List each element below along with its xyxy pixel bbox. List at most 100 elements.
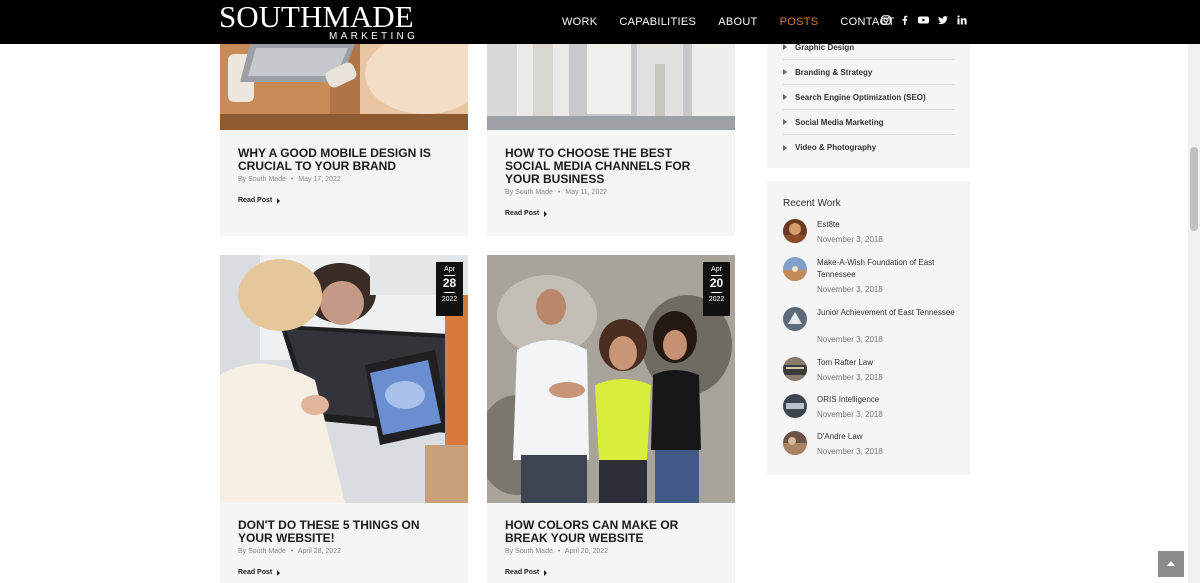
read-post-link[interactable]: Read Post xyxy=(238,197,281,204)
arrow-right-icon xyxy=(277,569,281,576)
arrow-up-icon xyxy=(1167,561,1175,566)
post-image-mobile-design[interactable] xyxy=(220,44,468,130)
category-seo[interactable]: Search Engine Optimization (SEO) xyxy=(783,85,955,110)
post-date: May 17, 2022 xyxy=(298,176,341,183)
work-date: November 3, 2018 xyxy=(817,285,883,294)
page-scrollbar[interactable] xyxy=(1188,44,1200,583)
category-branding-strategy[interactable]: Branding & Strategy xyxy=(783,60,955,85)
post-meta: By South Made • April 28, 2022 xyxy=(238,548,341,555)
work-thumbnail[interactable] xyxy=(783,357,807,381)
main-nav: WORK CAPABILITIES ABOUT POSTS CONTACT xyxy=(562,0,917,44)
read-post-label: Read Post xyxy=(505,569,540,576)
category-label: Social Media Marketing xyxy=(795,117,884,127)
recent-work-item: Junior Achievement of East Tennessee Nov… xyxy=(783,307,958,347)
arrow-right-icon xyxy=(277,197,281,204)
post-image-social-media[interactable] xyxy=(487,44,735,130)
post-image-website-mistakes[interactable] xyxy=(220,255,468,503)
post-card: WHY A GOOD MOBILE DESIGN IS CRUCIAL TO Y… xyxy=(220,44,468,236)
read-post-label: Read Post xyxy=(505,210,540,217)
chevron-right-icon xyxy=(783,94,787,100)
back-to-top-button[interactable] xyxy=(1158,551,1184,577)
work-thumbnail[interactable] xyxy=(783,431,807,455)
read-post-label: Read Post xyxy=(238,197,273,204)
site-header: SOUTHMADE MARKETING WORK CAPABILITIES AB… xyxy=(0,0,1200,44)
nav-capabilities[interactable]: CAPABILITIES xyxy=(619,16,696,28)
post-author[interactable]: By South Made xyxy=(238,176,286,183)
read-post-link[interactable]: Read Post xyxy=(505,210,548,217)
work-date: November 3, 2018 xyxy=(817,447,883,456)
social-links xyxy=(880,14,975,25)
arrow-right-icon xyxy=(544,210,548,217)
twitter-icon[interactable] xyxy=(937,14,948,25)
recent-work-item: Tom Rafter Law November 3, 2018 xyxy=(783,357,958,385)
categories-widget: Graphic Design Branding & Strategy Searc… xyxy=(767,43,970,168)
category-label: Search Engine Optimization (SEO) xyxy=(795,92,926,102)
post-title[interactable]: DON'T DO THESE 5 THINGS ON YOUR WEBSITE! xyxy=(238,519,450,545)
read-post-link[interactable]: Read Post xyxy=(238,569,281,576)
nav-posts[interactable]: POSTS xyxy=(780,16,819,28)
work-name[interactable]: Make-A-Wish Foundation of East Tennessee xyxy=(817,257,957,281)
work-name[interactable]: Est8te xyxy=(817,219,957,231)
post-card: HOW TO CHOOSE THE BEST SOCIAL MEDIA CHAN… xyxy=(487,44,735,236)
meta-separator: • xyxy=(290,548,294,555)
post-meta: By South Made • May 17, 2022 xyxy=(238,176,341,183)
post-title[interactable]: WHY A GOOD MOBILE DESIGN IS CRUCIAL TO Y… xyxy=(238,147,450,173)
chevron-right-icon xyxy=(783,69,787,75)
work-thumbnail[interactable] xyxy=(783,257,807,281)
scrollbar-thumb[interactable] xyxy=(1190,147,1198,231)
facebook-icon[interactable] xyxy=(899,14,910,25)
badge-day: 28 xyxy=(442,276,457,290)
post-author[interactable]: By South Made xyxy=(505,548,553,555)
work-name[interactable]: Junior Achievement of East Tennessee xyxy=(817,307,957,319)
work-date: November 3, 2018 xyxy=(817,335,883,344)
post-meta: By South Made • May 11, 2022 xyxy=(505,189,607,196)
recent-work-item: ORIS Intelligence November 3, 2018 xyxy=(783,394,958,422)
chevron-right-icon xyxy=(783,119,787,125)
category-video-photography[interactable]: Video & Photography xyxy=(783,135,955,160)
read-post-link[interactable]: Read Post xyxy=(505,569,548,576)
work-date: November 3, 2018 xyxy=(817,373,883,382)
work-thumbnail[interactable] xyxy=(783,394,807,418)
work-date: November 3, 2018 xyxy=(817,410,883,419)
date-badge: Apr 20 2022 xyxy=(703,262,730,316)
category-label: Branding & Strategy xyxy=(795,67,873,77)
recent-work-title: Recent Work xyxy=(783,198,841,209)
badge-month: Apr xyxy=(444,266,455,273)
chevron-right-icon xyxy=(783,144,787,151)
logo-sub-text: MARKETING xyxy=(329,31,419,42)
recent-work-widget: Recent Work Est8te November 3, 2018 Make… xyxy=(767,181,970,475)
badge-year: 2022 xyxy=(708,296,725,303)
post-card: Apr 20 2022 HOW COLORS CAN MAKE OR BREAK… xyxy=(487,255,735,583)
post-author[interactable]: By South Made xyxy=(238,548,286,555)
nav-about[interactable]: ABOUT xyxy=(718,16,757,28)
southmade-logo[interactable]: SOUTHMADE MARKETING xyxy=(219,0,424,42)
post-date: April 20, 2022 xyxy=(564,548,609,555)
linkedin-icon[interactable] xyxy=(956,14,967,25)
meta-separator: • xyxy=(557,189,561,196)
category-social-media[interactable]: Social Media Marketing xyxy=(783,110,955,135)
post-author[interactable]: By South Made xyxy=(505,189,553,196)
badge-month: Apr xyxy=(711,266,722,273)
nav-work[interactable]: WORK xyxy=(562,16,597,28)
work-name[interactable]: ORIS Intelligence xyxy=(817,394,957,406)
youtube-icon[interactable] xyxy=(918,14,929,25)
date-badge: Apr 28 2022 xyxy=(436,262,463,316)
arrow-right-icon xyxy=(544,569,548,576)
meta-separator: • xyxy=(557,548,561,555)
instagram-icon[interactable] xyxy=(880,14,891,25)
recent-work-item: Make-A-Wish Foundation of East Tennessee… xyxy=(783,257,958,297)
chevron-right-icon xyxy=(783,44,787,50)
badge-year: 2022 xyxy=(441,296,458,303)
logo-main-text: SOUTHMADE xyxy=(219,0,414,34)
work-name[interactable]: Tom Rafter Law xyxy=(817,357,957,369)
work-thumbnail[interactable] xyxy=(783,219,807,243)
post-title[interactable]: HOW TO CHOOSE THE BEST SOCIAL MEDIA CHAN… xyxy=(505,147,717,186)
work-date: November 3, 2018 xyxy=(817,235,883,244)
work-thumbnail[interactable] xyxy=(783,307,807,331)
category-label: Video & Photography xyxy=(795,143,877,152)
work-name[interactable]: D'Andre Law xyxy=(817,431,957,443)
badge-day: 20 xyxy=(709,276,724,290)
post-card: Apr 28 2022 DON'T DO THESE 5 THINGS ON Y… xyxy=(220,255,468,583)
post-title[interactable]: HOW COLORS CAN MAKE OR BREAK YOUR WEBSIT… xyxy=(505,519,717,545)
post-image-colors[interactable] xyxy=(487,255,735,503)
